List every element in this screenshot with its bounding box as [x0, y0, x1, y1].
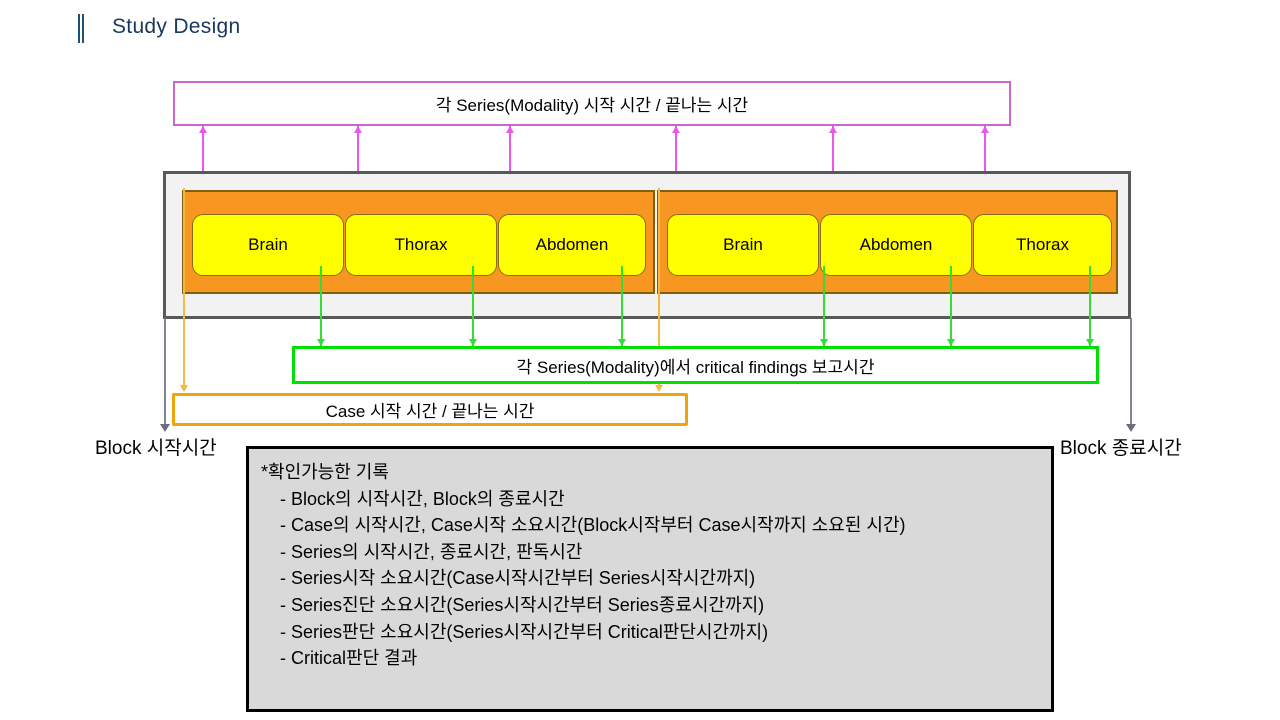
case-block-2: Brain Abdomen Thorax	[657, 190, 1118, 294]
series-box-abdomen-1[interactable]: Abdomen	[498, 214, 646, 276]
green-connector-3	[621, 266, 623, 346]
green-arrow-4	[820, 339, 828, 346]
note-line-5: - Series시작 소요시간(Case시작시간부터 Series시작시간까지)	[275, 568, 756, 589]
magenta-arrow-up-6	[981, 126, 989, 133]
series-label: Thorax	[394, 235, 448, 254]
note-line-4: - Series의 시작시간, 종료시간, 판독시간	[275, 541, 583, 562]
green-connector-1	[320, 266, 322, 346]
available-records-note: *확인가능한 기록 - Block의 시작시간, Block의 종료시간 - C…	[246, 446, 1054, 712]
note-line-3: - Case의 시작시간, Case시작 소요시간(Block시작부터 Case…	[275, 515, 906, 536]
magenta-arrow-up-4	[672, 126, 680, 133]
series-row-2: Brain Abdomen Thorax	[659, 192, 1116, 292]
series-label: Abdomen	[859, 235, 933, 254]
magenta-arrow-up-5	[829, 126, 837, 133]
series-box-thorax-2[interactable]: Thorax	[973, 214, 1112, 276]
critical-findings-label: 각 Series(Modality)에서 critical findings 보…	[516, 357, 875, 377]
orange-arrow-case-start	[180, 385, 188, 392]
note-line-1: *확인가능한 기록	[261, 462, 389, 482]
magenta-arrow-up-2	[354, 126, 362, 133]
green-connector-5	[950, 266, 952, 346]
magenta-arrow-up-1	[199, 126, 207, 133]
green-arrow-5	[947, 339, 955, 346]
green-arrow-6	[1086, 339, 1094, 346]
green-arrow-3	[618, 339, 626, 346]
block-start-connector	[164, 318, 166, 430]
green-arrow-2	[469, 339, 477, 346]
series-time-callout-label: 각 Series(Modality) 시작 시간 / 끝나는 시간	[435, 96, 749, 115]
case-block-1: Brain Thorax Abdomen	[182, 190, 655, 294]
series-label: Brain	[248, 235, 288, 254]
block-end-label: Block 종료시간	[1060, 438, 1182, 459]
block-end-connector	[1130, 318, 1132, 430]
green-connector-4	[823, 266, 825, 346]
critical-findings-callout: 각 Series(Modality)에서 critical findings 보…	[292, 346, 1099, 384]
slide-canvas: Study Design 각 Series(Modality) 시작 시간 / …	[0, 0, 1280, 720]
orange-arrow-case-end	[655, 385, 663, 392]
case-time-callout: Case 시작 시간 / 끝나는 시간	[172, 393, 688, 426]
note-line-6: - Series진단 소요시간(Series시작시간부터 Series종료시간까…	[275, 594, 765, 615]
block-frame: Brain Thorax Abdomen Brain Abdomen Thora…	[163, 171, 1131, 319]
green-arrow-1	[317, 339, 325, 346]
series-box-brain-2[interactable]: Brain	[667, 214, 819, 276]
green-connector-6	[1089, 266, 1091, 346]
block-start-label: Block 시작시간	[95, 438, 217, 459]
series-row-1: Brain Thorax Abdomen	[184, 192, 653, 292]
series-time-callout: 각 Series(Modality) 시작 시간 / 끝나는 시간	[173, 81, 1011, 126]
magenta-arrow-up-3	[506, 126, 514, 133]
note-line-8: - Critical판단 결과	[275, 648, 418, 669]
title-accent-bars-icon	[78, 14, 85, 43]
block-end-arrow	[1126, 424, 1136, 432]
block-start-arrow	[160, 424, 170, 432]
series-label: Abdomen	[535, 235, 609, 254]
orange-connector-case-start	[183, 188, 185, 390]
note-line-2: - Block의 시작시간, Block의 종료시간	[275, 488, 565, 509]
page-title: Study Design	[112, 15, 241, 38]
series-label: Brain	[723, 235, 763, 254]
case-time-label: Case 시작 시간 / 끝나는 시간	[325, 402, 535, 421]
series-box-thorax-1[interactable]: Thorax	[345, 214, 497, 276]
green-connector-2	[472, 266, 474, 346]
series-label: Thorax	[1016, 235, 1069, 254]
note-line-7: - Series판단 소요시간(Series시작시간부터 Critical판단시…	[275, 621, 769, 642]
